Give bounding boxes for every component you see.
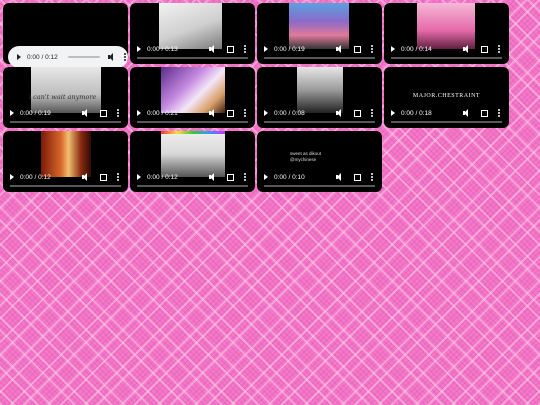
fullscreen-icon[interactable] — [354, 109, 361, 117]
play-icon[interactable] — [137, 174, 141, 180]
video-tile-10[interactable]: sweet as dikout @mychinese 0:00 / 0:10 — [257, 131, 382, 192]
video-progress-bar[interactable] — [391, 121, 502, 123]
video-time: 0:00 / 0:19 — [20, 109, 51, 117]
video-time: 0:00 / 0:10 — [274, 173, 305, 181]
video-progress-bar[interactable] — [264, 57, 375, 59]
more-options-icon[interactable] — [117, 173, 119, 181]
thumbnail-handwriting: i can't wait anymore — [29, 93, 97, 101]
fullscreen-icon[interactable] — [354, 45, 361, 53]
video-tile-4[interactable]: i can't wait anymore 0:00 / 0:19 — [3, 67, 128, 128]
thumbnail-color-strip — [161, 131, 225, 134]
video-tile-5[interactable]: 0:00 / 0:21 — [130, 67, 255, 128]
video-tile-6[interactable]: 0:00 / 0:08 — [257, 67, 382, 128]
volume-icon[interactable] — [336, 173, 344, 181]
video-progress-bar[interactable] — [264, 121, 375, 123]
more-options-icon[interactable] — [498, 109, 500, 117]
fullscreen-icon[interactable] — [227, 45, 234, 53]
audio-time: 0:00 / 0:12 — [27, 53, 58, 61]
volume-icon[interactable] — [209, 45, 217, 53]
video-progress-bar[interactable] — [137, 121, 248, 123]
volume-icon[interactable] — [107, 53, 116, 61]
play-icon[interactable] — [10, 110, 14, 116]
video-time: 0:00 / 0:21 — [147, 109, 178, 117]
video-tile-9[interactable]: 0:00 / 0:12 — [130, 131, 255, 192]
fullscreen-icon[interactable] — [481, 45, 488, 53]
video-progress-bar[interactable] — [137, 185, 248, 187]
more-options-icon[interactable] — [244, 109, 246, 117]
video-progress-bar[interactable] — [10, 121, 121, 123]
play-icon[interactable] — [137, 110, 141, 116]
video-time: 0:00 / 0:19 — [274, 45, 305, 53]
volume-icon[interactable] — [336, 45, 344, 53]
volume-icon[interactable] — [209, 109, 217, 117]
video-caption: sweet as dikout @mychinese — [290, 151, 321, 163]
video-time: 0:00 / 0:12 — [147, 173, 178, 181]
video-time: 0:00 / 0:08 — [274, 109, 305, 117]
video-tile-8[interactable]: 0:00 / 0:12 — [3, 131, 128, 192]
fullscreen-icon[interactable] — [354, 173, 361, 181]
play-icon[interactable] — [10, 174, 14, 180]
video-progress-bar[interactable] — [137, 57, 248, 59]
video-progress-bar[interactable] — [391, 57, 502, 59]
play-icon[interactable] — [391, 110, 395, 116]
video-time: 0:00 / 0:13 — [147, 45, 178, 53]
more-options-icon[interactable] — [244, 173, 246, 181]
volume-icon[interactable] — [336, 109, 344, 117]
video-time: 0:00 / 0:18 — [401, 109, 432, 117]
more-options-icon[interactable] — [117, 109, 119, 117]
play-icon[interactable] — [264, 174, 268, 180]
fullscreen-icon[interactable] — [227, 109, 234, 117]
video-tile-2[interactable]: 0:00 / 0:19 — [257, 3, 382, 64]
volume-icon[interactable] — [82, 109, 90, 117]
video-tile-7[interactable]: MAJOR.CHESTRAINT 0:00 / 0:18 — [384, 67, 509, 128]
play-icon[interactable] — [137, 46, 141, 52]
play-icon[interactable] — [17, 54, 21, 60]
audio-progress-slider[interactable] — [67, 56, 100, 58]
fullscreen-icon[interactable] — [481, 109, 488, 117]
more-options-icon[interactable] — [371, 173, 373, 181]
fullscreen-icon[interactable] — [100, 109, 107, 117]
play-icon[interactable] — [391, 46, 395, 52]
video-tile-3[interactable]: 0:00 / 0:14 — [384, 3, 509, 64]
fullscreen-icon[interactable] — [100, 173, 107, 181]
more-options-icon[interactable] — [371, 109, 373, 117]
volume-icon[interactable] — [463, 109, 471, 117]
video-tile-1[interactable]: 0:00 / 0:13 — [130, 3, 255, 64]
more-options-icon[interactable] — [244, 45, 246, 53]
volume-icon[interactable] — [463, 45, 471, 53]
video-progress-bar[interactable] — [10, 185, 121, 187]
audio-player[interactable]: 0:00 / 0:12 — [8, 46, 128, 68]
video-time: 0:00 / 0:14 — [401, 45, 432, 53]
more-options-icon[interactable] — [371, 45, 373, 53]
caption-line-2: @mychinese — [290, 157, 317, 162]
volume-icon[interactable] — [209, 173, 217, 181]
video-progress-bar[interactable] — [264, 185, 375, 187]
more-options-icon[interactable] — [498, 45, 500, 53]
video-time: 0:00 / 0:12 — [20, 173, 51, 181]
play-icon[interactable] — [264, 46, 268, 52]
play-icon[interactable] — [264, 110, 268, 116]
more-options-icon[interactable] — [123, 53, 126, 61]
volume-icon[interactable] — [82, 173, 90, 181]
video-caption: MAJOR.CHESTRAINT — [412, 93, 481, 99]
fullscreen-icon[interactable] — [227, 173, 234, 181]
